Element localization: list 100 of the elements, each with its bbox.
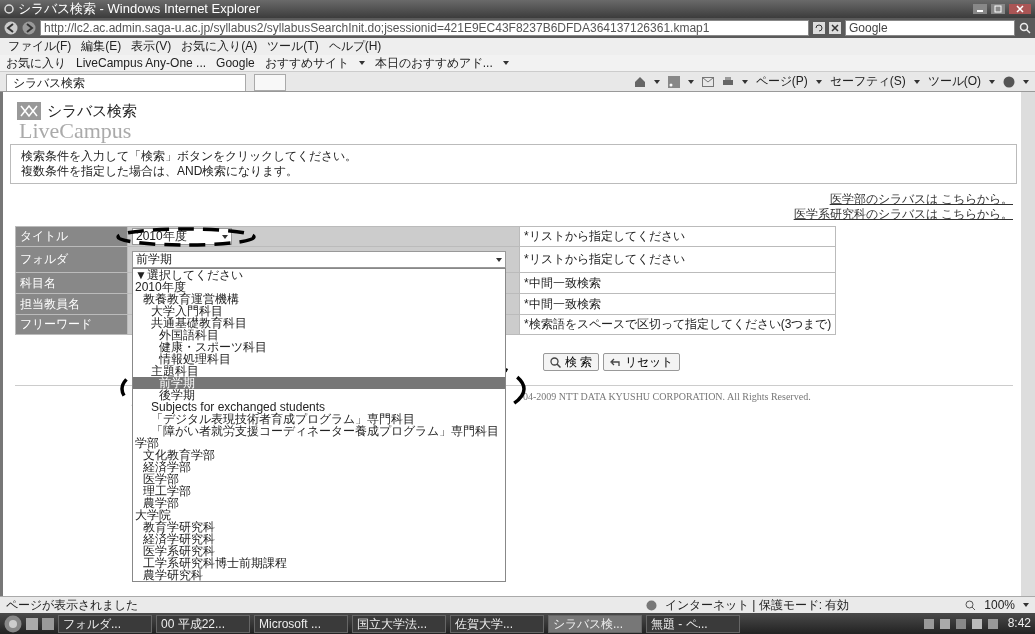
dropdown-option[interactable]: Subjects for exchanged students	[133, 401, 505, 413]
dropdown-option[interactable]: 経済学研究科	[133, 533, 505, 545]
printer-icon[interactable]	[721, 75, 734, 88]
instruction-text: 複数条件を指定した場合は、AND検索になります。	[21, 164, 300, 179]
dropdown-option[interactable]: 「障がい者就労支援コーディネーター養成プログラム」専門科目	[133, 425, 505, 437]
dropdown-option[interactable]: 前学期	[133, 377, 505, 389]
caret-icon[interactable]	[653, 79, 660, 84]
caret-icon[interactable]	[989, 79, 995, 84]
caret-icon[interactable]	[687, 79, 694, 84]
field-label: フォルダ	[20, 252, 68, 267]
forward-button[interactable]	[22, 21, 36, 35]
dropdown-option[interactable]: 主題科目	[133, 365, 505, 377]
taskbar-item[interactable]: 佐賀大学...	[450, 614, 544, 633]
maximize-icon[interactable]	[991, 4, 1005, 14]
watermark-text: LiveCampus	[19, 120, 132, 142]
dropdown-list[interactable]	[132, 268, 506, 582]
dropdown-option[interactable]: 「デジタル表現技術者育成プログラム」専門科目	[133, 413, 505, 425]
dropdown-option[interactable]: 教育学研究科	[133, 521, 505, 533]
stop-icon[interactable]	[829, 22, 841, 34]
dropdown-option[interactable]: 大学入門科目	[133, 305, 505, 317]
instruction-text: 検索条件を入力して「検索」ボタンをクリックしてください。	[21, 149, 358, 164]
dropdown-option[interactable]: 文化教育学部	[133, 449, 505, 461]
home-icon[interactable]	[633, 75, 646, 88]
caret-icon[interactable]	[913, 79, 920, 84]
taskbar-item[interactable]: 無題 - ペ...	[646, 614, 740, 633]
reset-button[interactable]: リセット	[603, 353, 681, 372]
favorites-link[interactable]: LiveCampus Any-One ...	[76, 55, 207, 71]
menu-item[interactable]: 表示(V)	[131, 39, 172, 54]
caret-icon[interactable]	[502, 61, 509, 65]
close-icon[interactable]	[1009, 4, 1031, 14]
quick-launch-icon[interactable]	[42, 617, 54, 630]
back-button[interactable]	[4, 21, 18, 35]
menu-item[interactable]: ツール(T)	[267, 39, 319, 54]
command-menu[interactable]: ページ(P)	[755, 74, 808, 89]
dropdown-option[interactable]: 医学系研究科	[133, 545, 505, 557]
field-label: タイトル	[20, 229, 68, 244]
dropdown-option[interactable]: 医学部	[133, 473, 505, 485]
search-button[interactable]: 検 索	[543, 353, 600, 372]
dropdown-option[interactable]: ▼選択してください	[133, 269, 505, 281]
dropdown-option[interactable]: 経済学部	[133, 461, 505, 473]
favorites-link[interactable]: 本日のおすすめアド...	[374, 55, 493, 71]
taskbar-item[interactable]: フォルダ...	[58, 614, 152, 633]
dropdown-option[interactable]: 農学研究科	[133, 569, 505, 581]
undo-icon	[610, 356, 622, 368]
dropdown-option[interactable]: 情報処理科目	[133, 353, 505, 365]
mail-icon[interactable]	[701, 76, 714, 87]
caret-icon[interactable]	[741, 79, 748, 84]
dropdown-option[interactable]: 農学部	[133, 497, 505, 509]
caret-icon[interactable]	[1023, 603, 1029, 607]
refresh-icon[interactable]	[813, 22, 825, 34]
page-heading: シラバス検索	[47, 102, 137, 120]
clock-text: 8:42	[1007, 616, 1031, 631]
menu-item[interactable]: ヘルプ(H)	[328, 39, 382, 54]
status-text: ページが表示されました	[6, 597, 139, 613]
browser-tab[interactable]: シラバス検索	[6, 74, 246, 91]
caret-icon[interactable]	[358, 61, 365, 65]
favorites-link[interactable]: Google	[216, 55, 255, 71]
syllabus-link[interactable]: 医学系研究科のシラバスは こちらから。	[793, 207, 1013, 222]
menu-item[interactable]: お気に入り(A)	[181, 39, 258, 54]
field-label: 科目名	[20, 275, 56, 290]
syllabus-link[interactable]: 医学部のシラバスは こちらから。	[829, 192, 1013, 207]
hint-text: *リストから指定してください	[524, 229, 685, 244]
dropdown-option[interactable]: 学部	[133, 437, 505, 449]
command-menu[interactable]: ツール(O)	[927, 74, 981, 89]
caret-icon[interactable]	[815, 79, 822, 84]
dropdown-arrow-icon[interactable]	[222, 234, 228, 239]
caret-icon[interactable]	[1023, 79, 1029, 84]
minimize-icon[interactable]	[973, 4, 987, 14]
dropdown-option[interactable]: 2010年度	[133, 281, 505, 293]
dropdown-option[interactable]: 外国語科目	[133, 329, 505, 341]
field-label: フリーワード	[20, 317, 92, 332]
window-title: シラバス検索 - Windows Internet Explorer	[18, 1, 261, 17]
quick-launch-icon[interactable]	[26, 617, 38, 630]
zoom-icon[interactable]	[965, 599, 977, 611]
favorites-link[interactable]: お気に入り	[6, 55, 66, 71]
taskbar-item[interactable]: 国立大学法...	[352, 614, 446, 633]
zoom-level[interactable]: 100%	[984, 597, 1015, 613]
start-button[interactable]	[4, 614, 22, 633]
command-menu[interactable]: セーフティ(S)	[829, 74, 906, 89]
address-field[interactable]: http://lc2.ac.admin.saga-u.ac.jp/syllabus2/syllabusSearchInit.do;jsessionid=421E9EC43F8237B6DFDA364137126361.kmap1	[40, 20, 809, 36]
taskbar-item[interactable]: Microsoft ...	[254, 614, 348, 633]
menu-item[interactable]: ファイル(F)	[8, 39, 72, 54]
taskbar-item[interactable]: 00 平成22...	[156, 614, 250, 633]
dropdown-option[interactable]: 大学院	[133, 509, 505, 521]
dropdown-option[interactable]: 後学期	[133, 389, 505, 401]
search-icon[interactable]	[1019, 22, 1031, 34]
feed-icon[interactable]	[667, 75, 680, 88]
menu-item[interactable]: 編集(E)	[81, 39, 122, 54]
dropdown-arrow-icon[interactable]	[496, 257, 502, 262]
zone-text: インターネット | 保護モード: 有効	[664, 597, 850, 613]
dropdown-option[interactable]: 健康・スポーツ科目	[133, 341, 505, 353]
search-field[interactable]: Google	[845, 20, 1015, 36]
search-icon	[550, 356, 561, 368]
favorites-link[interactable]: おすすめサイト	[264, 55, 349, 71]
select-field[interactable]: 前学期	[132, 251, 506, 268]
browser-icon	[4, 4, 14, 14]
logo-icon	[17, 102, 41, 120]
dropdown-option[interactable]: 工学系研究科博士前期課程	[133, 557, 505, 569]
dropdown-option[interactable]: 理工学部	[133, 485, 505, 497]
taskbar-item[interactable]: シラバス検...	[548, 614, 642, 633]
